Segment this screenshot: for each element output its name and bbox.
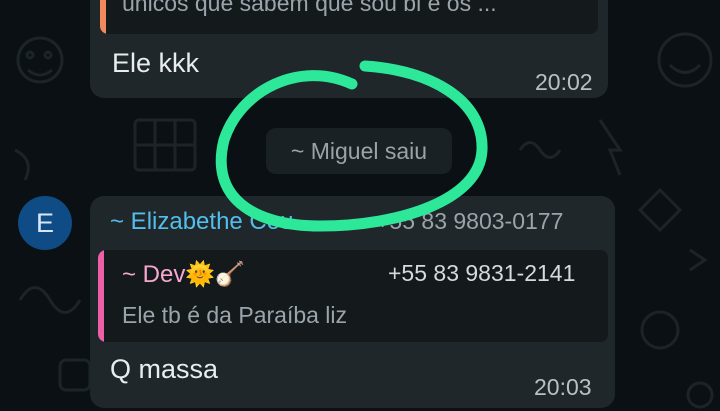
system-notice-member-left: ~ Miguel saiu <box>266 128 452 174</box>
sender-avatar[interactable]: E <box>18 196 72 250</box>
quoted-message-text: únicos que sabem que sou bi é os ... <box>122 0 497 16</box>
message-timestamp: 20:03 <box>534 374 592 400</box>
quoted-message-text: Ele tb é da Paraíba liz <box>122 302 348 328</box>
quoted-message[interactable]: únicos que sabem que sou bi é os ... <box>100 0 598 34</box>
quoted-sender-name: ~ Dev🌞🪕 <box>122 261 246 288</box>
message-timestamp: 20:02 <box>535 69 593 95</box>
message-bubble-incoming[interactable]: únicos que sabem que sou bi é os ... Ele… <box>90 0 608 98</box>
message-text: Q massa <box>110 354 219 384</box>
quote-accent-bar <box>98 250 104 342</box>
sender-phone: +55 83 9803-0177 <box>376 208 564 234</box>
sender-name[interactable]: ~ Elizabethe Cou <box>110 208 293 236</box>
quoted-sender-phone: +55 83 9831-2141 <box>388 260 576 286</box>
message-bubble-incoming[interactable]: ~ Elizabethe Cou +55 83 9803-0177 ~ Dev🌞… <box>90 196 615 408</box>
message-text: Ele kkk <box>112 48 200 78</box>
quoted-message[interactable]: ~ Dev🌞🪕 +55 83 9831-2141 Ele tb é da Par… <box>98 250 608 342</box>
quote-accent-bar <box>100 0 106 34</box>
